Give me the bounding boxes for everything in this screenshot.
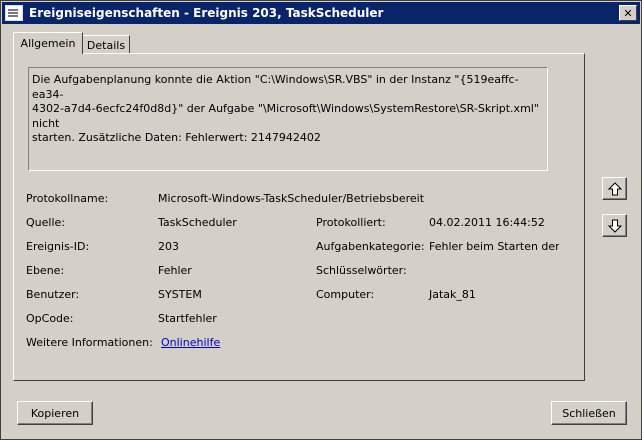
close-button-label: Schließen [562, 406, 616, 420]
protokollname-label: Protokollname: [26, 192, 109, 205]
event-viewer-icon [5, 5, 23, 21]
quelle-value[interactable]: TaskScheduler [158, 216, 237, 229]
schluesselwoerter-label: Schlüsselwörter: [316, 264, 407, 277]
quelle-label: Quelle: [26, 216, 65, 229]
tab-allgemein[interactable]: Allgemein [13, 32, 83, 54]
benutzer-value[interactable]: SYSTEM [158, 288, 202, 301]
event-description[interactable]: Die Aufgabenplanung konnte die Aktion "C… [28, 67, 548, 171]
ebene-label: Ebene: [26, 264, 65, 277]
computer-value[interactable]: Jatak_81 [429, 288, 476, 301]
computer-label: Computer: [316, 288, 375, 301]
protokolliert-value[interactable]: 04.02.2011 16:44:52 [429, 216, 545, 229]
protokollname-value[interactable]: Microsoft-Windows-TaskScheduler/Betriebs… [158, 192, 424, 205]
benutzer-label: Benutzer: [26, 288, 80, 301]
protokolliert-label: Protokolliert: [316, 216, 386, 229]
opcode-value[interactable]: Startfehler [158, 312, 217, 325]
close-icon: ✕ [623, 6, 633, 20]
ereignis-id-label: Ereignis-ID: [26, 240, 90, 253]
copy-button[interactable]: Kopieren [17, 401, 93, 425]
ebene-value[interactable]: Fehler [158, 264, 192, 277]
title-bar[interactable]: Ereigniseigenschaften - Ereignis 203, Ta… [2, 2, 640, 24]
tab-details-label: Details [86, 39, 126, 52]
aufgabenkategorie-value[interactable]: Fehler beim Starten der Aktion [429, 240, 559, 253]
event-properties-window: Ereigniseigenschaften - Ereignis 203, Ta… [0, 0, 642, 440]
tab-allgemein-label: Allgemein [20, 37, 76, 50]
onlinehilfe-link[interactable]: Onlinehilfe [161, 336, 220, 349]
arrow-up-icon [607, 181, 622, 195]
window-title: Ereigniseigenschaften - Ereignis 203, Ta… [29, 6, 384, 20]
close-window-button[interactable]: ✕ [619, 5, 637, 21]
ereignis-id-value[interactable]: 203 [158, 240, 179, 253]
copy-button-label: Kopieren [30, 406, 80, 420]
arrow-down-icon [607, 219, 622, 233]
previous-event-button[interactable] [602, 177, 627, 200]
next-event-button[interactable] [602, 214, 627, 237]
close-button[interactable]: Schließen [551, 401, 627, 425]
aufgabenkategorie-label: Aufgabenkategorie: [316, 240, 425, 253]
opcode-label: OpCode: [26, 312, 74, 325]
weitere-informationen-label: Weitere Informationen: [26, 336, 153, 349]
tab-details[interactable]: Details [82, 35, 130, 55]
